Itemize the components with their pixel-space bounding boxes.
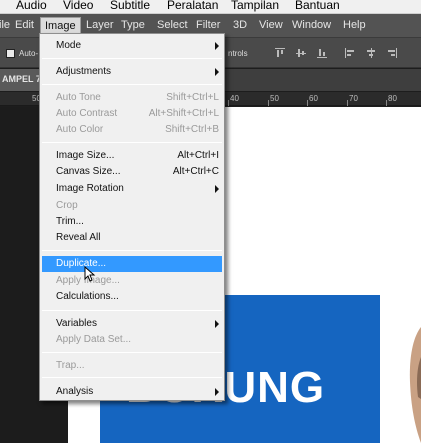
show-transform-controls-label: ntrols	[228, 49, 248, 58]
menu-item-label: Crop	[56, 200, 78, 211]
menu-file[interactable]: ile	[0, 19, 10, 31]
menu-item-label: Duplicate...	[56, 258, 107, 269]
menu-separator	[42, 377, 222, 378]
os-menu-audio[interactable]: Audio	[16, 0, 47, 12]
auto-select-label: Auto-	[19, 49, 39, 58]
submenu-arrow-icon	[215, 42, 219, 50]
menu-item-label: Canvas Size...	[56, 166, 121, 177]
menu-view[interactable]: View	[259, 19, 283, 31]
menu-item-auto-tone: Auto Tone Shift+Ctrl+L	[42, 90, 222, 106]
menu-item-trim[interactable]: Trim...	[42, 214, 222, 230]
menu-separator	[42, 352, 222, 353]
menu-item-label: Trap...	[56, 360, 85, 371]
menu-item-label: Adjustments	[56, 66, 112, 77]
person-photo-image	[409, 327, 421, 443]
ruler-tick: 70	[349, 94, 358, 103]
menu-item-crop: Crop	[42, 198, 222, 214]
mouse-cursor-icon	[84, 266, 96, 282]
menu-item-canvas-size[interactable]: Canvas Size... Alt+Ctrl+C	[42, 164, 222, 180]
menu-item-variables[interactable]: Variables	[42, 316, 222, 332]
menu-item-calculations[interactable]: Calculations...	[42, 289, 222, 305]
menu-item-label: Calculations...	[56, 291, 119, 302]
ruler-mark	[228, 100, 229, 106]
menu-item-reveal-all[interactable]: Reveal All	[42, 230, 222, 246]
menu-item-label: Analysis	[56, 386, 94, 397]
menu-item-label: Image Size...	[56, 150, 115, 161]
menu-item-label: Image Rotation	[56, 183, 124, 194]
os-menu-tampilan[interactable]: Tampilan	[231, 0, 279, 12]
align-vertical-centers-icon[interactable]	[296, 48, 306, 58]
menu-item-shortcut: Alt+Ctrl+I	[177, 150, 219, 161]
menu-item-shortcut: Shift+Ctrl+L	[166, 92, 219, 103]
menu-item-shortcut: Alt+Ctrl+C	[172, 166, 219, 177]
menu-item-trap: Trap...	[42, 358, 222, 374]
submenu-arrow-icon	[215, 68, 219, 76]
os-menu-peralatan[interactable]: Peralatan	[167, 0, 218, 12]
menu-item-apply-data-set: Apply Data Set...	[42, 332, 222, 348]
menu-image[interactable]: Image	[40, 17, 81, 34]
menu-item-shortcut: Shift+Ctrl+B	[165, 124, 219, 135]
align-top-edges-icon[interactable]	[275, 48, 285, 58]
align-left-edges-icon[interactable]	[345, 48, 355, 58]
menu-item-label: Auto Color	[56, 124, 104, 135]
menu-item-label: Auto Tone	[56, 92, 101, 103]
image-dropdown-menu: Mode Adjustments Auto Tone Shift+Ctrl+L …	[39, 33, 225, 401]
submenu-arrow-icon	[215, 185, 219, 193]
menu-item-mode[interactable]: Mode	[42, 38, 222, 54]
menu-item-label: Auto Contrast	[56, 108, 118, 119]
auto-select-checkbox[interactable]	[6, 49, 15, 58]
menu-item-duplicate[interactable]: Duplicate...	[42, 256, 222, 272]
ruler-tick: 80	[388, 94, 397, 103]
align-right-edges-icon[interactable]	[387, 48, 397, 58]
menu-3d[interactable]: 3D	[233, 19, 247, 31]
menu-item-label: Variables	[56, 318, 97, 329]
ruler-mark	[307, 100, 308, 106]
menu-edit[interactable]: Edit	[15, 19, 34, 31]
menu-help[interactable]: Help	[343, 19, 366, 31]
menu-item-label: Apply Data Set...	[56, 334, 132, 345]
submenu-arrow-icon	[215, 388, 219, 396]
os-menu-video[interactable]: Video	[63, 0, 93, 12]
menu-item-apply-image: Apply Image...	[42, 273, 222, 289]
menu-separator	[42, 58, 222, 59]
os-menu-bantuan[interactable]: Bantuan	[295, 0, 340, 12]
menu-item-label: Reveal All	[56, 232, 101, 243]
menu-separator	[42, 84, 222, 85]
menu-separator	[42, 142, 222, 143]
ruler-tick: 40	[230, 94, 239, 103]
menu-separator	[42, 310, 222, 311]
menu-item-analysis[interactable]: Analysis	[42, 384, 222, 400]
menu-item-shortcut: Alt+Shift+Ctrl+L	[148, 108, 219, 119]
os-menu-subtitle[interactable]: Subtitle	[110, 0, 150, 12]
document-tab[interactable]: AMPEL 7.	[0, 69, 44, 91]
menu-filter[interactable]: Filter	[196, 19, 220, 31]
menu-item-adjustments[interactable]: Adjustments	[42, 64, 222, 80]
ruler-mark	[347, 100, 348, 106]
align-bottom-edges-icon[interactable]	[317, 48, 327, 58]
ruler-tick: 60	[309, 94, 318, 103]
ruler-mark	[268, 100, 269, 106]
document-tab-label: AMPEL 7.	[2, 74, 44, 84]
menu-select[interactable]: Select	[157, 19, 188, 31]
menu-item-label: Mode	[56, 40, 82, 51]
menu-type[interactable]: Type	[121, 19, 145, 31]
align-horizontal-centers-icon[interactable]	[366, 48, 376, 58]
ruler-tick: 50	[270, 94, 279, 103]
os-menubar: Audio Video Subtitle Peralatan Tampilan …	[0, 0, 421, 14]
menu-item-label: Trim...	[56, 216, 84, 227]
submenu-arrow-icon	[215, 320, 219, 328]
menu-window[interactable]: Window	[292, 19, 331, 31]
menu-item-auto-color: Auto Color Shift+Ctrl+B	[42, 122, 222, 138]
menu-layer[interactable]: Layer	[86, 19, 114, 31]
menu-separator	[42, 250, 222, 251]
menu-item-image-size[interactable]: Image Size... Alt+Ctrl+I	[42, 148, 222, 164]
menu-item-auto-contrast: Auto Contrast Alt+Shift+Ctrl+L	[42, 106, 222, 122]
ruler-mark	[386, 100, 387, 106]
menu-item-image-rotation[interactable]: Image Rotation	[42, 181, 222, 197]
